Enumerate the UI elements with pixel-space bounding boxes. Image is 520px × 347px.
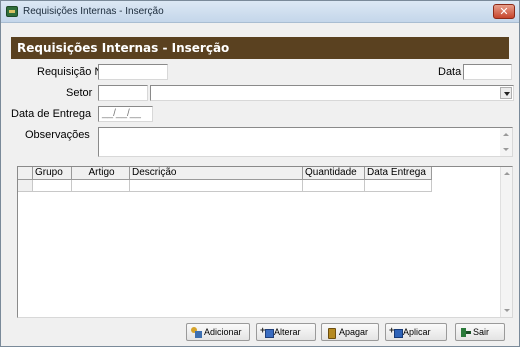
cell-grupo[interactable] bbox=[33, 180, 72, 192]
data-entrega-input[interactable]: __/__/__ bbox=[98, 106, 153, 122]
data-label: Data bbox=[438, 66, 462, 78]
requisicao-number-input[interactable] bbox=[98, 64, 168, 80]
setor-label: Setor bbox=[66, 87, 93, 99]
table-row[interactable] bbox=[18, 180, 432, 192]
alterar-label: Alterar bbox=[274, 327, 301, 337]
grid-header-artigo[interactable]: Artigo bbox=[72, 167, 130, 180]
cell-descricao[interactable] bbox=[130, 180, 303, 192]
observacoes-textarea[interactable] bbox=[98, 127, 513, 157]
grid-header-descricao[interactable]: Descrição bbox=[130, 167, 303, 180]
grid-header: Grupo Artigo Descrição Quantidade Data E… bbox=[18, 167, 432, 180]
app-icon bbox=[6, 6, 18, 17]
scroll-down-icon[interactable] bbox=[503, 148, 509, 151]
cell-artigo[interactable] bbox=[72, 180, 130, 192]
trash-icon bbox=[326, 327, 337, 339]
observacoes-label: Observações bbox=[25, 129, 90, 141]
row-indicator bbox=[18, 180, 33, 192]
apply-icon bbox=[389, 325, 403, 338]
setor-code-input[interactable] bbox=[98, 85, 148, 101]
data-input[interactable] bbox=[463, 64, 512, 80]
aplicar-label: Aplicar bbox=[403, 327, 431, 337]
chevron-down-icon[interactable] bbox=[500, 87, 512, 99]
scroll-down-icon[interactable] bbox=[504, 309, 510, 312]
grid-header-quantidade[interactable]: Quantidade bbox=[303, 167, 365, 180]
grid-header-indicator bbox=[18, 167, 33, 180]
grid-scrollbar[interactable] bbox=[500, 167, 512, 317]
apagar-button[interactable]: Apagar bbox=[321, 323, 379, 341]
scroll-up-icon[interactable] bbox=[503, 133, 509, 136]
apagar-label: Apagar bbox=[339, 327, 369, 337]
grid-header-grupo[interactable]: Grupo bbox=[33, 167, 72, 180]
exit-icon bbox=[460, 327, 471, 338]
requisicoes-window: Requisições Internas - Inserção ✕ Requis… bbox=[0, 0, 520, 347]
data-entrega-label: Data de Entrega bbox=[11, 108, 92, 120]
close-button[interactable]: ✕ bbox=[493, 4, 515, 19]
alterar-button[interactable]: Alterar bbox=[256, 323, 316, 341]
adicionar-label: Adicionar bbox=[204, 327, 242, 337]
items-grid[interactable]: Grupo Artigo Descrição Quantidade Data E… bbox=[17, 166, 513, 318]
requisicao-label: Requisição Nº bbox=[37, 66, 107, 78]
cell-quantidade[interactable] bbox=[303, 180, 365, 192]
window-title: Requisições Internas - Inserção bbox=[23, 6, 164, 17]
aplicar-button[interactable]: Aplicar bbox=[385, 323, 447, 341]
form-header-banner: Requisições Internas - Inserção bbox=[11, 37, 509, 59]
form-header-title: Requisições Internas - Inserção bbox=[17, 41, 230, 55]
add-icon bbox=[191, 327, 202, 338]
sair-button[interactable]: Sair bbox=[455, 323, 505, 341]
grid-header-data-entrega[interactable]: Data Entrega bbox=[365, 167, 432, 180]
adicionar-button[interactable]: Adicionar bbox=[186, 323, 250, 341]
scroll-up-icon[interactable] bbox=[504, 172, 510, 175]
cell-data-entrega[interactable] bbox=[365, 180, 432, 192]
setor-select[interactable] bbox=[150, 85, 514, 101]
sair-label: Sair bbox=[473, 327, 490, 337]
edit-icon bbox=[260, 325, 274, 338]
title-bar[interactable]: Requisições Internas - Inserção ✕ bbox=[1, 1, 519, 23]
observacoes-scrollbar[interactable] bbox=[500, 128, 512, 156]
